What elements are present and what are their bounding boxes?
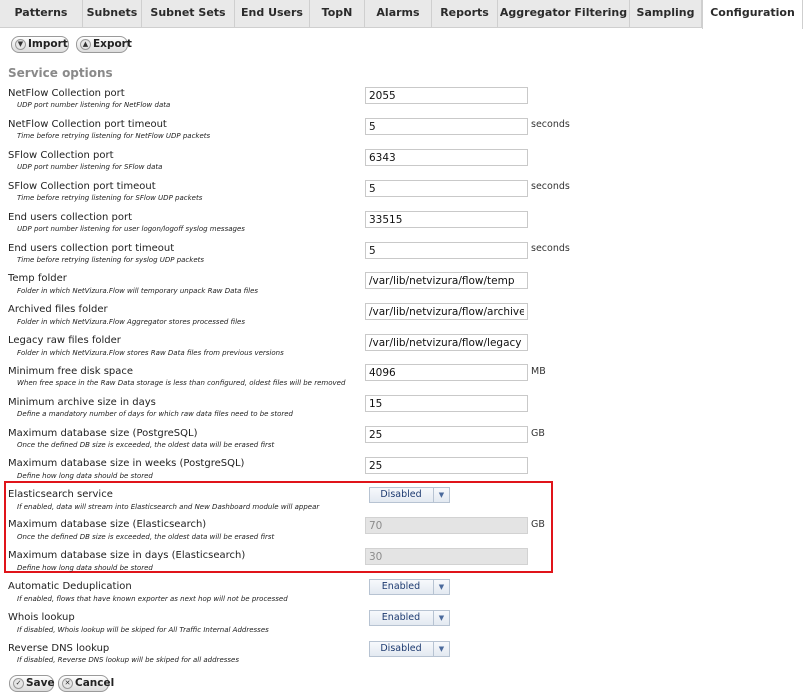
netflow-port-input[interactable] bbox=[365, 87, 528, 104]
netflow-timeout-input[interactable] bbox=[365, 118, 528, 135]
tab-sampling[interactable]: Sampling bbox=[630, 0, 702, 28]
tab-subnet-sets[interactable]: Subnet Sets bbox=[142, 0, 235, 28]
select-value: Enabled bbox=[381, 612, 421, 623]
sflow-port-input[interactable] bbox=[365, 149, 528, 166]
unit-label: seconds bbox=[531, 181, 570, 192]
unit-label: MB bbox=[531, 366, 546, 377]
cancel-button-label: Cancel bbox=[75, 677, 115, 689]
check-icon: ✓ bbox=[13, 678, 24, 689]
setting-description: Folder in which NetVizura.Flow Aggregato… bbox=[17, 318, 245, 326]
setting-description: If enabled, data will stream into Elasti… bbox=[17, 503, 320, 511]
setting-label: Whois lookup bbox=[8, 612, 75, 623]
import-button[interactable]: ▼ Import bbox=[11, 36, 69, 53]
setting-label: End users collection port timeout bbox=[8, 243, 175, 254]
setting-label: SFlow Collection port timeout bbox=[8, 181, 156, 192]
unit-label: seconds bbox=[531, 119, 570, 130]
tab-subnets[interactable]: Subnets bbox=[83, 0, 142, 28]
tab-topn[interactable]: TopN bbox=[310, 0, 365, 28]
setting-label: Archived files folder bbox=[8, 304, 108, 315]
export-button[interactable]: ▲ Export bbox=[76, 36, 132, 53]
elasticsearch-service-select[interactable]: Disabled ▼ bbox=[369, 487, 450, 503]
tab-patterns[interactable]: Patterns bbox=[0, 0, 83, 28]
setting-description: UDP port number listening for user logon… bbox=[17, 225, 245, 233]
setting-label: SFlow Collection port bbox=[8, 150, 114, 161]
triangle-down-icon: ▼ bbox=[15, 39, 26, 50]
setting-description: Once the defined DB size is exceeded, th… bbox=[17, 441, 275, 449]
setting-description: UDP port number listening for NetFlow da… bbox=[17, 101, 171, 109]
tab-configuration[interactable]: Configuration bbox=[702, 0, 803, 29]
setting-label: Elasticsearch service bbox=[8, 489, 113, 500]
export-button-label: Export bbox=[93, 38, 132, 50]
unit-label: seconds bbox=[531, 243, 570, 254]
setting-label: Temp folder bbox=[8, 273, 67, 284]
end-users-timeout-input[interactable] bbox=[365, 242, 528, 259]
setting-label: Reverse DNS lookup bbox=[8, 643, 110, 654]
setting-label: Minimum archive size in days bbox=[8, 397, 156, 408]
sflow-timeout-input[interactable] bbox=[365, 180, 528, 197]
elasticsearch-size-input[interactable] bbox=[365, 517, 528, 534]
reverse-dns-select[interactable]: Disabled ▼ bbox=[369, 641, 450, 657]
setting-label: End users collection port bbox=[8, 212, 133, 223]
setting-description: If enabled, flows that have known export… bbox=[17, 595, 288, 603]
setting-description: Time before retrying listening for NetFl… bbox=[17, 132, 211, 140]
unit-label: GB bbox=[531, 519, 545, 530]
max-db-size-input[interactable] bbox=[365, 426, 528, 443]
elasticsearch-days-input[interactable] bbox=[365, 548, 528, 565]
archived-folder-input[interactable] bbox=[365, 303, 528, 320]
end-users-port-input[interactable] bbox=[365, 211, 528, 228]
triangle-up-icon: ▲ bbox=[80, 39, 91, 50]
chevron-down-icon: ▼ bbox=[433, 580, 449, 594]
setting-description: Define how long data should be stored bbox=[17, 472, 153, 480]
select-value: Disabled bbox=[380, 489, 422, 500]
deduplication-select[interactable]: Enabled ▼ bbox=[369, 579, 450, 595]
setting-label: NetFlow Collection port timeout bbox=[8, 119, 167, 130]
setting-description: Time before retrying listening for syslo… bbox=[17, 256, 205, 264]
setting-description: UDP port number listening for SFlow data bbox=[17, 163, 163, 171]
min-archive-days-input[interactable] bbox=[365, 395, 528, 412]
setting-label: NetFlow Collection port bbox=[8, 88, 125, 99]
setting-label: Legacy raw files folder bbox=[8, 335, 121, 346]
setting-description: Once the defined DB size is exceeded, th… bbox=[17, 533, 275, 541]
tab-reports[interactable]: Reports bbox=[432, 0, 498, 28]
setting-description: When free space in the Raw Data storage … bbox=[17, 379, 346, 387]
setting-description: Time before retrying listening for SFlow… bbox=[17, 194, 203, 202]
import-button-label: Import bbox=[28, 38, 68, 50]
tab-bar: Patterns Subnets Subnet Sets End Users T… bbox=[0, 0, 803, 29]
setting-label: Maximum database size in weeks (PostgreS… bbox=[8, 458, 245, 469]
tab-end-users[interactable]: End Users bbox=[235, 0, 310, 28]
setting-label: Maximum database size (Elasticsearch) bbox=[8, 519, 207, 530]
select-value: Disabled bbox=[380, 643, 422, 654]
setting-description: Define how long data should be stored bbox=[17, 564, 153, 572]
tab-alarms[interactable]: Alarms bbox=[365, 0, 432, 28]
save-button-label: Save bbox=[26, 677, 55, 689]
chevron-down-icon: ▼ bbox=[433, 642, 449, 656]
setting-description: Define a mandatory number of days for wh… bbox=[17, 410, 293, 418]
legacy-folder-input[interactable] bbox=[365, 334, 528, 351]
setting-label: Maximum database size in days (Elasticse… bbox=[8, 550, 246, 561]
setting-label: Minimum free disk space bbox=[8, 366, 134, 377]
tab-aggregator-filtering[interactable]: Aggregator Filtering bbox=[498, 0, 630, 28]
close-icon: ✕ bbox=[62, 678, 73, 689]
cancel-button[interactable]: ✕ Cancel bbox=[58, 675, 114, 692]
setting-description: Folder in which NetVizura.Flow stores Ra… bbox=[17, 349, 284, 357]
chevron-down-icon: ▼ bbox=[433, 488, 449, 502]
chevron-down-icon: ▼ bbox=[433, 611, 449, 625]
unit-label: GB bbox=[531, 428, 545, 439]
setting-description: Folder in which NetVizura.Flow will temp… bbox=[17, 287, 259, 295]
setting-label: Automatic Deduplication bbox=[8, 581, 132, 592]
temp-folder-input[interactable] bbox=[365, 272, 528, 289]
whois-lookup-select[interactable]: Enabled ▼ bbox=[369, 610, 450, 626]
max-db-weeks-input[interactable] bbox=[365, 457, 528, 474]
save-button[interactable]: ✓ Save bbox=[9, 675, 55, 692]
setting-description: If disabled, Whois lookup will be skiped… bbox=[17, 626, 269, 634]
setting-description: If disabled, Reverse DNS lookup will be … bbox=[17, 656, 239, 664]
setting-label: Maximum database size (PostgreSQL) bbox=[8, 428, 198, 439]
min-free-disk-input[interactable] bbox=[365, 364, 528, 381]
select-value: Enabled bbox=[381, 581, 421, 592]
section-title: Service options bbox=[8, 66, 113, 80]
